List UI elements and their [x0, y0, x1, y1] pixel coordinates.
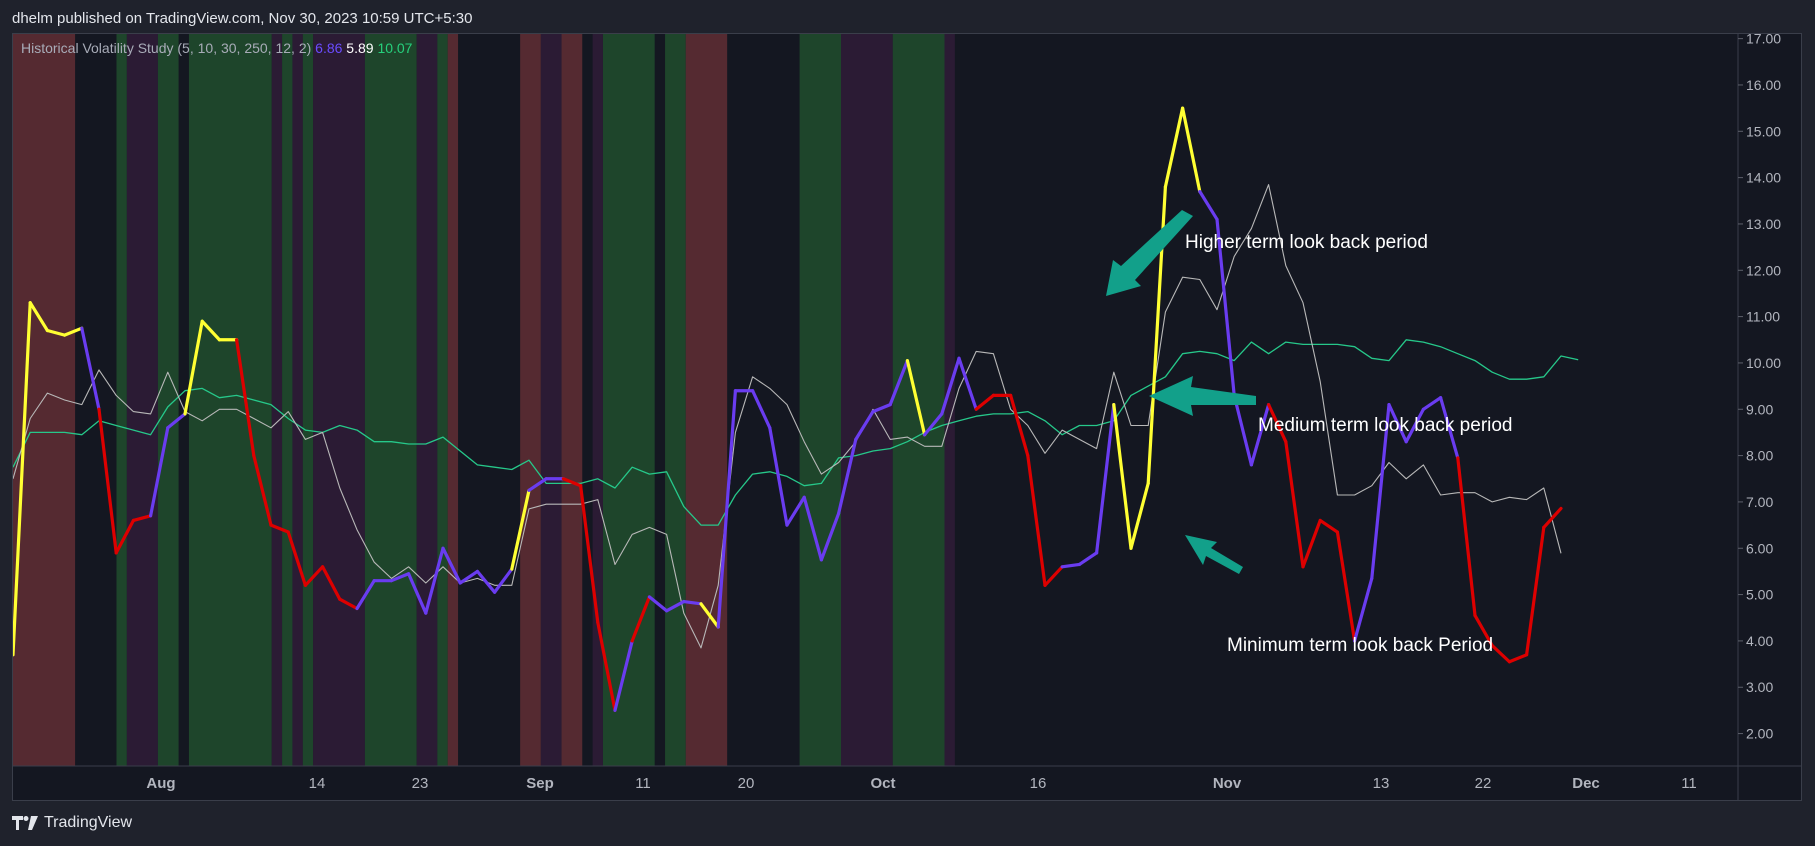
y-tick-label: 10.00	[1746, 355, 1781, 371]
regime-band	[282, 34, 293, 766]
legend-value: 10.07	[377, 40, 412, 56]
publisher-caption: dhelm published on TradingView.com, Nov …	[12, 10, 473, 27]
regime-band	[540, 34, 562, 766]
y-tick-label: 15.00	[1746, 123, 1781, 139]
y-tick-label: 14.00	[1746, 170, 1781, 186]
y-tick-label: 11.00	[1746, 309, 1780, 325]
x-tick-label: Nov	[1213, 775, 1242, 792]
regime-band	[126, 34, 158, 766]
x-tick-label: 11	[635, 775, 651, 792]
y-tick-label: 6.00	[1746, 540, 1773, 556]
y-tick-label: 8.00	[1746, 448, 1773, 464]
annotation-label: Minimum term look back Period	[1227, 635, 1493, 656]
study-legend: Historical Volatility Study (5, 10, 30, …	[21, 40, 413, 56]
study-name: Historical Volatility Study (5, 10, 30, …	[21, 40, 315, 56]
y-tick-label: 5.00	[1746, 587, 1773, 603]
regime-band	[302, 34, 314, 766]
x-tick-label: 23	[412, 775, 429, 792]
regime-band	[313, 34, 365, 766]
annotation-label: Medium term look back period	[1258, 415, 1513, 436]
regime-band	[799, 34, 841, 766]
x-tick-label: 20	[738, 775, 755, 792]
y-tick-label: 17.00	[1746, 34, 1781, 47]
annotation-label: Higher term look back period	[1185, 232, 1428, 253]
footer-brand[interactable]: TradingView	[12, 814, 132, 832]
y-tick-label: 12.00	[1746, 262, 1781, 278]
chart-panel[interactable]: 2.00 3.00 4.00 5.00 6.00 7.00 8.00 9.00 10.00 11.…	[12, 33, 1802, 801]
x-tick-label: 22	[1475, 775, 1492, 792]
regime-band	[292, 34, 303, 766]
y-tick-label: 9.00	[1746, 401, 1773, 417]
legend-value: 5.89	[346, 40, 377, 56]
regime-band	[271, 34, 283, 766]
footer-brand-label: TradingView	[44, 814, 133, 831]
regime-band	[561, 34, 583, 766]
y-tick-label: 16.00	[1746, 77, 1781, 93]
volatility-chart[interactable]: 2.00 3.00 4.00 5.00 6.00 7.00 8.00 9.00 10.00 11.…	[13, 34, 1801, 800]
x-tick-label: Aug	[146, 775, 175, 792]
regime-band	[416, 34, 438, 766]
x-tick-label: 16	[1030, 775, 1047, 792]
y-tick-label: 3.00	[1746, 679, 1773, 695]
regime-band	[447, 34, 459, 766]
regime-band	[592, 34, 603, 766]
regime-band	[685, 34, 728, 766]
x-tick-label: Oct	[870, 775, 895, 792]
regime-band	[841, 34, 893, 766]
regime-band	[364, 34, 417, 766]
regime-band	[892, 34, 945, 766]
x-tick-label: 14	[309, 775, 326, 792]
x-tick-label: Sep	[526, 775, 554, 792]
y-tick-label: 4.00	[1746, 633, 1773, 649]
y-tick-label: 7.00	[1746, 494, 1773, 510]
x-tick-label: 13	[1373, 775, 1390, 792]
regime-band	[437, 34, 448, 766]
tradingview-logo-icon	[12, 816, 38, 830]
y-tick-label: 13.00	[1746, 216, 1781, 232]
x-tick-label: 11	[1681, 775, 1697, 792]
regime-band	[665, 34, 686, 766]
y-tick-label: 2.00	[1746, 726, 1773, 742]
regime-band	[520, 34, 541, 766]
regime-band	[188, 34, 272, 766]
legend-value: 6.86	[315, 40, 346, 56]
x-tick-label: Dec	[1572, 775, 1600, 792]
